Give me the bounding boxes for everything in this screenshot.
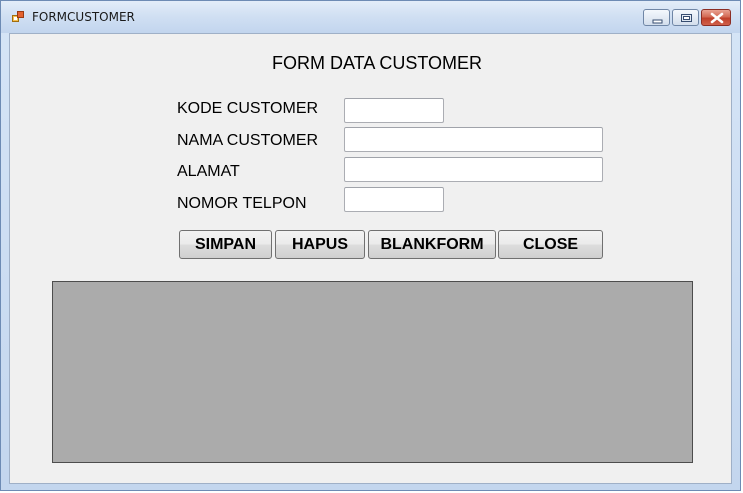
app-window: FORMCUSTOMER FORM DATA CUSTOMER KODE CUS… bbox=[0, 0, 741, 491]
blankform-button[interactable]: BLANKFORM bbox=[368, 230, 496, 259]
customer-data-grid[interactable] bbox=[52, 281, 693, 463]
form-client-area: FORM DATA CUSTOMER KODE CUSTOMER NAMA CU… bbox=[9, 33, 732, 484]
kode-customer-label: KODE CUSTOMER bbox=[177, 100, 319, 117]
minimize-button[interactable] bbox=[643, 9, 670, 26]
nomor-telpon-label: NOMOR TELPON bbox=[177, 195, 307, 212]
app-icon bbox=[12, 11, 24, 22]
alamat-label: ALAMAT bbox=[177, 163, 240, 180]
close-form-button[interactable]: CLOSE bbox=[498, 230, 603, 259]
minimize-icon bbox=[652, 19, 663, 24]
hapus-button[interactable]: HAPUS bbox=[275, 230, 365, 259]
kode-customer-input[interactable] bbox=[344, 98, 444, 123]
title-bar[interactable]: FORMCUSTOMER bbox=[1, 1, 740, 33]
maximize-icon bbox=[681, 14, 692, 22]
window-title: FORMCUSTOMER bbox=[32, 10, 135, 24]
simpan-button[interactable]: SIMPAN bbox=[179, 230, 272, 259]
window-controls bbox=[641, 9, 731, 27]
form-title: FORM DATA CUSTOMER bbox=[272, 53, 483, 73]
nama-customer-label: NAMA CUSTOMER bbox=[177, 132, 319, 149]
alamat-input[interactable] bbox=[344, 157, 603, 182]
close-icon bbox=[710, 12, 724, 24]
nama-customer-input[interactable] bbox=[344, 127, 603, 152]
nomor-telpon-input[interactable] bbox=[344, 187, 444, 212]
maximize-button[interactable] bbox=[672, 9, 699, 26]
close-button[interactable] bbox=[701, 9, 731, 26]
